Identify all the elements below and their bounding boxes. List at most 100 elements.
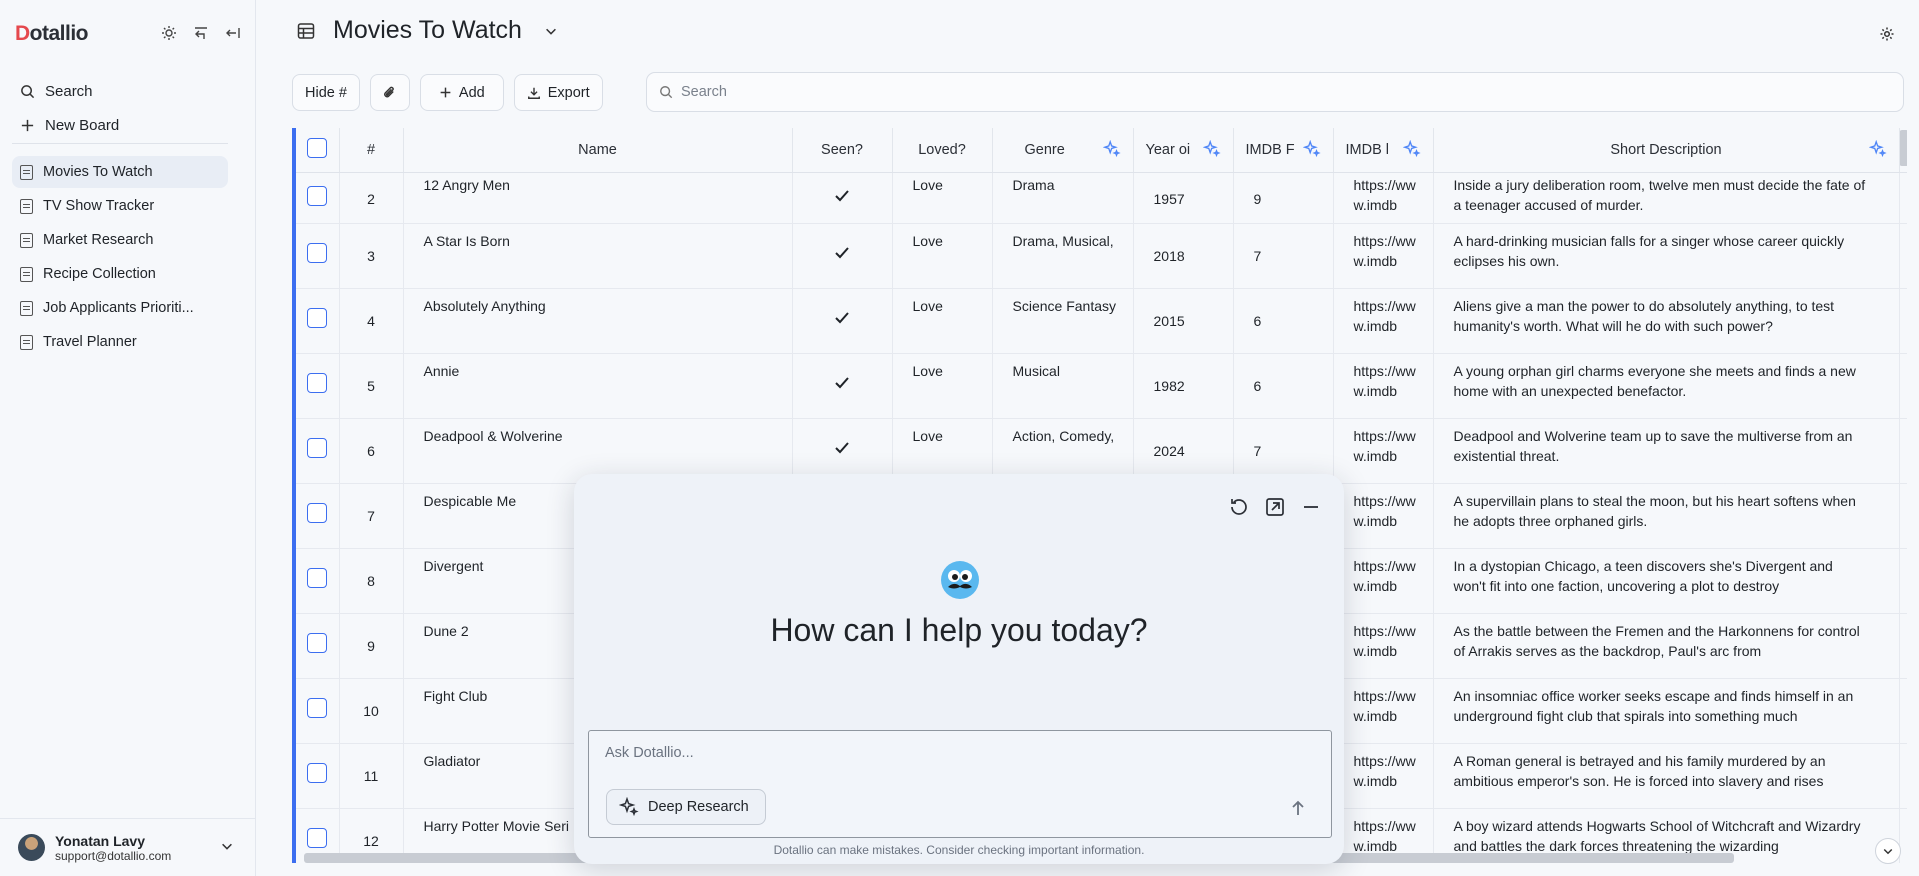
cell-year[interactable]: 1957 [1133, 172, 1234, 224]
column-header-number[interactable]: # [339, 128, 404, 173]
cell-genre[interactable]: Drama [992, 172, 1134, 224]
sidebar-item-market-research[interactable]: Market Research [12, 224, 228, 256]
cell-short-description[interactable]: A hard-drinking musician falls for a sin… [1433, 223, 1900, 289]
cell-short-description[interactable]: Inside a jury deliberation room, twelve … [1433, 172, 1900, 224]
search-input[interactable] [681, 84, 1801, 100]
dotallio-logo[interactable]: Dotallio [15, 22, 89, 46]
send-arrow-icon[interactable] [1289, 799, 1307, 817]
row-checkbox[interactable] [307, 373, 328, 393]
cell-imdb-rating[interactable]: 6 [1233, 288, 1334, 354]
theme-sun-icon[interactable] [160, 24, 178, 42]
column-header-genre[interactable]: Genre [992, 128, 1134, 173]
table-row[interactable]: 2 12 Angry Men Love Drama 1957 9 https://www.i… [296, 172, 1907, 224]
table-row[interactable]: 5 Annie Love Musical 1982 6 https://www.imdb A … [296, 353, 1907, 419]
cell-imdb-link[interactable]: https://www.imdb [1333, 172, 1434, 224]
cell-short-description[interactable]: As the battle between the Fremen and the… [1433, 613, 1900, 679]
cell-name[interactable]: Absolutely Anything [403, 288, 793, 354]
user-profile[interactable]: Yonatan Lavy support@dotallio.com [0, 818, 256, 876]
ai-sparkle-icon[interactable] [1402, 140, 1421, 158]
row-checkbox[interactable] [307, 698, 328, 718]
cell-seen[interactable] [792, 172, 893, 224]
cell-imdb-link[interactable]: https://www.imdb [1333, 548, 1434, 614]
ai-sparkle-icon[interactable] [1202, 140, 1221, 158]
pin-sidebar-icon[interactable] [192, 24, 210, 42]
row-checkbox[interactable] [307, 763, 328, 783]
cell-imdb-link[interactable]: https://www.imdb [1333, 678, 1434, 744]
column-header-year[interactable]: Year oi [1133, 128, 1234, 173]
title-dropdown-icon[interactable] [544, 24, 558, 38]
row-checkbox[interactable] [307, 243, 328, 263]
cell-loved[interactable]: Love [892, 353, 993, 419]
cell-imdb-link[interactable]: https://www.imdb [1333, 613, 1434, 679]
cell-loved[interactable]: Love [892, 172, 993, 224]
cell-year[interactable]: 2015 [1133, 288, 1234, 354]
table-row[interactable]: 4 Absolutely Anything Love Science Fantasy 2… [296, 288, 1907, 354]
cell-genre[interactable]: Musical [992, 353, 1134, 419]
column-header-loved[interactable]: Loved? [892, 128, 993, 173]
row-checkbox[interactable] [307, 186, 328, 206]
cell-loved[interactable]: Love [892, 223, 993, 289]
column-header-imdb-link[interactable]: IMDB l [1333, 128, 1434, 173]
cell-short-description[interactable]: A Roman general is betrayed and his fami… [1433, 743, 1900, 809]
row-checkbox[interactable] [307, 633, 328, 653]
attach-button[interactable] [369, 74, 410, 111]
sidebar-item-job-applicants[interactable]: Job Applicants Prioriti... [12, 292, 228, 324]
cell-short-description[interactable]: Deadpool and Wolverine team up to save t… [1433, 418, 1900, 484]
cell-imdb-link[interactable]: https://www.imdb [1333, 483, 1434, 549]
hide-number-button[interactable]: Hide # [292, 74, 360, 111]
sidebar-item-travel-planner[interactable]: Travel Planner [12, 326, 228, 358]
row-checkbox[interactable] [307, 503, 328, 523]
cell-short-description[interactable]: Aliens give a man the power to do absolu… [1433, 288, 1900, 354]
sidebar-item-movies-to-watch[interactable]: Movies To Watch [12, 156, 228, 188]
cell-year[interactable]: 1982 [1133, 353, 1234, 419]
cell-name[interactable]: A Star Is Born [403, 223, 793, 289]
cell-short-description[interactable]: An insomniac office worker seeks escape … [1433, 678, 1900, 744]
gear-icon[interactable] [1879, 26, 1895, 42]
reset-chat-icon[interactable] [1228, 496, 1250, 518]
table-row[interactable]: 3A Star Is Born Love Drama, Musical, 2018 7 h… [296, 223, 1907, 289]
vertical-scrollbar[interactable] [1899, 130, 1907, 166]
sidebar-item-recipe-collection[interactable]: Recipe Collection [12, 258, 228, 290]
cell-short-description[interactable]: A young orphan girl charms everyone she … [1433, 353, 1900, 419]
cell-seen[interactable] [792, 353, 893, 419]
column-header-name[interactable]: Name [403, 128, 793, 173]
ai-sparkle-icon[interactable] [1102, 140, 1121, 158]
sidebar-item-tv-show-tracker[interactable]: TV Show Tracker [12, 190, 228, 222]
sidebar-search[interactable]: Search [12, 74, 244, 108]
cell-genre[interactable]: Drama, Musical, [992, 223, 1134, 289]
column-header-seen[interactable]: Seen? [792, 128, 893, 173]
ai-sparkle-icon[interactable] [1868, 140, 1887, 158]
cell-imdb-link[interactable]: https://www.imdb [1333, 418, 1434, 484]
scroll-down-button[interactable] [1875, 838, 1901, 864]
cell-loved[interactable]: Love [892, 288, 993, 354]
row-checkbox[interactable] [307, 438, 328, 458]
ai-sparkle-icon[interactable] [1302, 140, 1321, 158]
chat-input[interactable] [605, 745, 1305, 769]
column-header-short-description[interactable]: Short Description [1433, 128, 1900, 173]
chevron-down-icon[interactable] [220, 839, 234, 853]
cell-imdb-link[interactable]: https://www.imdb [1333, 288, 1434, 354]
cell-short-description[interactable]: A supervillain plans to steal the moon, … [1433, 483, 1900, 549]
row-checkbox[interactable] [307, 308, 328, 328]
export-button[interactable]: Export [513, 74, 603, 111]
cell-imdb-link[interactable]: https://www.imdb [1333, 743, 1434, 809]
cell-name[interactable]: Annie [403, 353, 793, 419]
open-external-icon[interactable] [1264, 496, 1286, 518]
row-checkbox[interactable] [307, 828, 328, 848]
cell-seen[interactable] [792, 223, 893, 289]
cell-name[interactable]: 12 Angry Men [403, 172, 793, 224]
row-checkbox[interactable] [307, 568, 328, 588]
cell-genre[interactable]: Science Fantasy [992, 288, 1134, 354]
sidebar-new-board[interactable]: New Board [12, 108, 244, 142]
column-header-imdb-rating[interactable]: IMDB F [1233, 128, 1334, 173]
minimize-icon[interactable] [1300, 496, 1322, 518]
cell-imdb-link[interactable]: https://www.imdb [1333, 223, 1434, 289]
deep-research-button[interactable]: Deep Research [606, 789, 766, 825]
cell-seen[interactable] [792, 288, 893, 354]
cell-imdb-rating[interactable]: 6 [1233, 353, 1334, 419]
cell-imdb-rating[interactable]: 9 [1233, 172, 1334, 224]
cell-imdb-rating[interactable]: 7 [1233, 223, 1334, 289]
cell-imdb-link[interactable]: https://www.imdb [1333, 353, 1434, 419]
add-button[interactable]: Add [419, 74, 504, 111]
cell-year[interactable]: 2018 [1133, 223, 1234, 289]
